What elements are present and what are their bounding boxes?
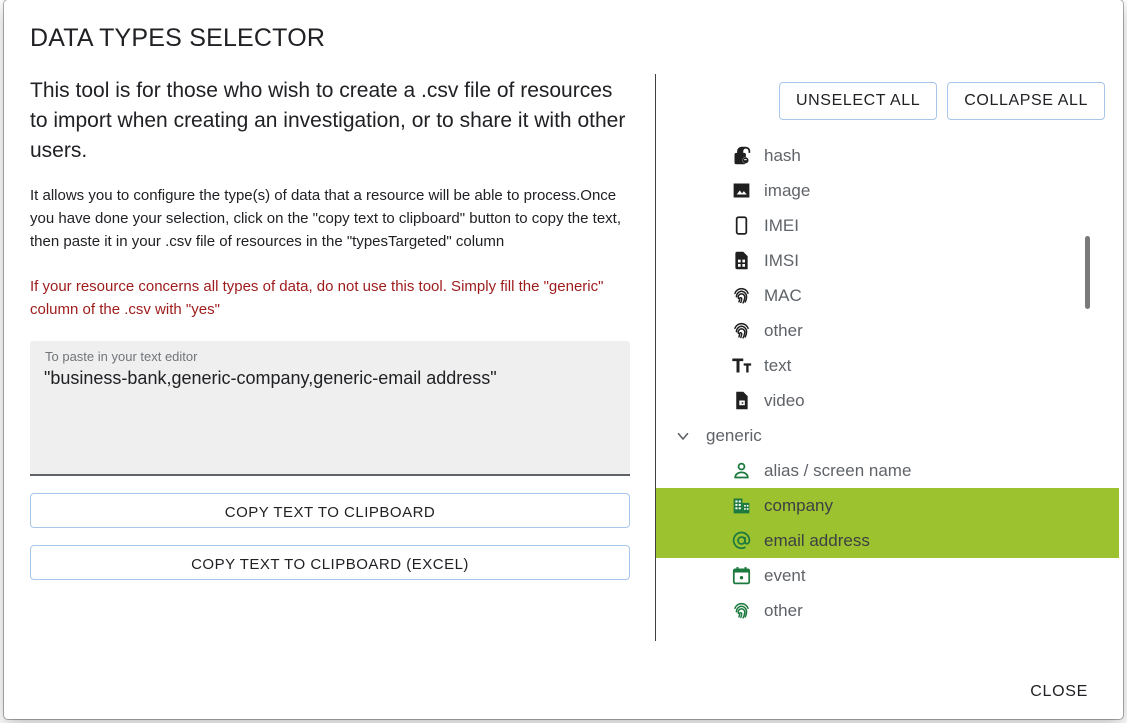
copy-text-to-clipboard-excel-button[interactable]: COPY TEXT TO CLIPBOARD (EXCEL) [30,545,630,580]
building-icon [730,495,752,517]
left-panel: This tool is for those who wish to creat… [30,76,634,636]
tree-item-label: alias / screen name [764,460,912,480]
tree-item-email-address[interactable]: email address [656,523,1119,558]
unselect-all-button[interactable]: UNSELECT ALL [778,82,938,120]
person-icon [730,460,752,482]
data-types-selector-dialog: DATA TYPES SELECTOR This tool is for tho… [4,0,1123,719]
tree-item-video[interactable]: video [656,383,1119,418]
tree-scrollbar-thumb[interactable] [1085,236,1090,309]
tree-item-generic[interactable]: generic [656,418,1119,453]
tree-scrollbar-track[interactable] [1085,138,1090,641]
sim-card-icon [730,250,752,272]
output-textarea-label: To paste in your text editor [45,349,198,364]
tree-item-label: IMSI [764,250,799,270]
collapse-all-button[interactable]: COLLAPSE ALL [947,82,1105,120]
fingerprint-icon [730,285,752,307]
right-panel: UNSELECT ALL COLLAPSE ALL hash image IMEI I… [656,74,1119,641]
video-file-icon [730,390,752,412]
tree-item-imei[interactable]: IMEI [656,208,1119,243]
tree-item-label: event [764,565,806,585]
tree-item-label: other [764,320,803,340]
tree-item-alias-screen-name[interactable]: alias / screen name [656,453,1119,488]
tree-item-imsi[interactable]: IMSI [656,243,1119,278]
output-textarea[interactable]: To paste in your text editor "business-b… [30,341,630,476]
calendar-icon [730,565,752,587]
description-paragraph: It allows you to configure the type(s) o… [30,187,621,250]
tree-item-label: MAC [764,285,802,305]
phone-icon [730,215,752,237]
fingerprint-icon [730,600,752,622]
tree-toolbar: UNSELECT ALL COLLAPSE ALL [778,82,1105,120]
intro-paragraph: This tool is for those who wish to creat… [30,79,626,162]
image-icon [730,180,752,202]
data-types-tree: hash image IMEI IMSI MAC other text video generi… [656,138,1119,641]
lock-icon [730,145,752,167]
copy-text-to-clipboard-button[interactable]: COPY TEXT TO CLIPBOARD [30,493,630,528]
tree-item-mac[interactable]: MAC [656,278,1119,313]
tree-item-label: company [764,495,833,515]
tree-item-hash[interactable]: hash [656,138,1119,173]
close-button[interactable]: CLOSE [1018,675,1100,709]
output-textarea-value: "business-bank,generic-company,generic-e… [44,368,497,388]
tree-item-label: hash [764,145,801,165]
screen: DATA TYPES SELECTOR This tool is for tho… [0,0,1127,723]
tree-item-company[interactable]: company [656,488,1119,523]
tree-item-other[interactable]: other [656,313,1119,348]
tree-item-label: video [764,390,805,410]
tree-item-label: generic [706,425,762,445]
tree-item-label: image [764,180,811,200]
tree-item-image[interactable]: image [656,173,1119,208]
at-sign-icon [730,530,752,552]
tree-item-other[interactable]: other [656,593,1119,628]
tree-item-label: IMEI [764,215,799,235]
tree-item-event[interactable]: event [656,558,1119,593]
tree-item-label: other [764,600,803,620]
page-title: DATA TYPES SELECTOR [30,24,326,52]
tree-item-label: email address [764,530,870,550]
tree-item-text[interactable]: text [656,348,1119,383]
chevron-down-icon[interactable] [672,427,694,445]
warning-paragraph: If your resource concerns all types of d… [30,278,604,318]
text-format-icon [730,355,752,377]
fingerprint-icon [730,320,752,342]
tree-item-label: text [764,355,792,375]
